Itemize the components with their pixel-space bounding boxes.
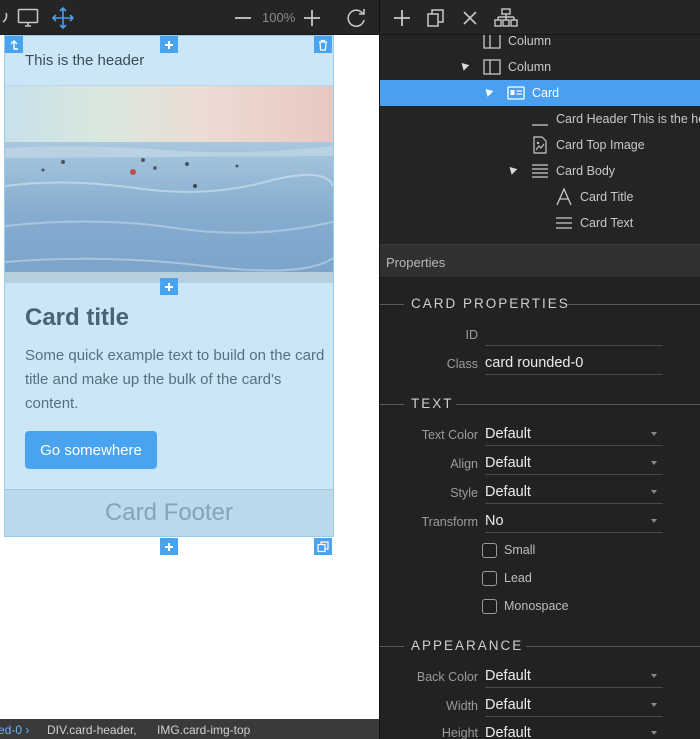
width-label: Width [446,699,478,713]
trash-icon[interactable] [314,36,332,53]
chevron-down-icon [651,461,657,465]
class-label: Class [446,357,478,371]
section-text: TEXT [380,394,700,414]
transform-select[interactable]: No [485,511,663,533]
card-text[interactable]: Some quick example text to build on the … [25,344,325,416]
refresh-icon[interactable] [344,6,368,30]
properties-title: Properties [386,255,446,270]
card-footer[interactable]: Card Footer [5,489,333,536]
tree-item-label: Card Title [580,190,634,204]
tree-item-label: Card Body [556,164,616,178]
move-icon[interactable] [51,6,75,30]
chevron-down-icon [651,490,657,494]
align-select[interactable]: Default [485,453,663,475]
desktop-icon[interactable] [16,6,40,30]
add-icon[interactable] [160,538,178,555]
id-label: ID [465,328,479,342]
card-top-image[interactable] [5,85,333,283]
expand-arrow-icon[interactable] [458,60,470,71]
chevron-down-icon [651,731,657,735]
close-icon[interactable] [458,6,482,30]
tree-item-card-body[interactable]: Card Body [380,158,700,184]
tree-item-label: Card Header This is the he [556,112,700,126]
tree-item-label: Column [508,35,552,48]
back-color-label: Back Color [416,670,478,684]
tree-item-card[interactable]: Card [380,80,700,106]
id-field[interactable] [485,324,663,346]
breadcrumb-item[interactable]: ed-0 › [0,723,29,737]
chevron-down-icon [651,674,657,678]
column-icon [483,35,501,50]
height-label: Height [441,726,478,739]
class-field[interactable]: card rounded-0 [485,353,663,375]
section-card-properties: CARD PROPERTIES [380,294,700,314]
tree-item-label: Card [532,86,560,100]
card-title[interactable]: Card title [25,304,129,332]
component-tree: Column Column Card Card Header This is t… [380,35,700,244]
width-select[interactable]: Default [485,695,663,717]
zoom-level: 100% [262,10,296,25]
height-select[interactable]: Default [485,723,663,739]
checkbox-box[interactable] [482,543,497,558]
chevron-down-icon [651,432,657,436]
checkbox-box[interactable] [482,599,497,614]
tree-item-card-header[interactable]: Card Header This is the he [380,106,700,132]
class-value: card rounded-0 [485,355,584,371]
section-title: CARD PROPERTIES [411,296,570,311]
breadcrumb: ed-0 › DIV.card-header, IMG.card-img-top [0,719,379,739]
section-title: APPEARANCE [411,638,524,653]
back-color-select[interactable]: Default [485,666,663,688]
text-color-select[interactable]: Default [485,424,663,446]
tree-item-label: Card Top Image [556,138,645,152]
transform-label: Transform [421,515,479,529]
tree-item-column[interactable]: Column [380,35,700,54]
tree-toolbar [380,0,700,35]
style-select[interactable]: Default [485,482,663,504]
design-canvas-pane: 100% This is the header Card title Some … [0,0,379,739]
add-icon[interactable] [160,278,178,295]
lines-icon [555,214,573,232]
tree-item-card-title[interactable]: Card Title [380,184,700,210]
text-color-label: Text Color [421,428,478,442]
tree-item-card-top-image[interactable]: Card Top Image [380,132,700,158]
tree-item-column[interactable]: Column [380,54,700,80]
properties-panel: CARD PROPERTIES ID Class card rounded-0 … [380,278,700,739]
align-label: Align [450,457,478,471]
hierarchy-icon[interactable] [494,6,518,30]
section-title: TEXT [411,396,454,411]
inspector-pane: Column Column Card Card Header This is t… [379,0,700,739]
add-icon[interactable] [390,6,414,30]
duplicate-icon[interactable] [424,6,448,30]
canvas-toolbar: 100% [0,0,379,35]
tree-item-label: Column [508,60,552,74]
app-window: 100% This is the header Card title Some … [0,0,700,739]
canvas-area: This is the header Card title Some quick… [0,35,379,719]
expand-arrow-icon[interactable] [482,86,494,97]
move-up-icon[interactable] [5,36,23,53]
chevron-down-icon [651,703,657,707]
text-a-icon [555,187,573,206]
style-label: Style [450,486,478,500]
expand-arrow-icon[interactable] [506,164,518,175]
chevron-down-icon [651,519,657,523]
column-icon [483,58,501,76]
card-header[interactable]: This is the header [25,52,144,69]
tree-item-card-text[interactable]: Card Text [380,210,700,236]
lines-icon [531,162,549,180]
breadcrumb-item[interactable]: DIV.card-header, [47,723,137,737]
image-icon [531,136,549,154]
copy-icon[interactable] [314,538,332,555]
breadcrumb-item[interactable]: IMG.card-img-top [157,723,250,737]
add-icon[interactable] [160,36,178,53]
checkbox-box[interactable] [482,571,497,586]
zoom-in-icon[interactable] [300,6,324,30]
section-appearance: APPEARANCE [380,636,700,656]
tree-item-label: Card Text [580,216,634,230]
zoom-out-icon[interactable] [231,6,255,30]
properties-panel-header[interactable]: Properties [380,244,700,278]
card-icon [507,84,525,102]
header-line-icon [531,110,549,128]
go-somewhere-button[interactable]: Go somewhere [25,431,157,469]
